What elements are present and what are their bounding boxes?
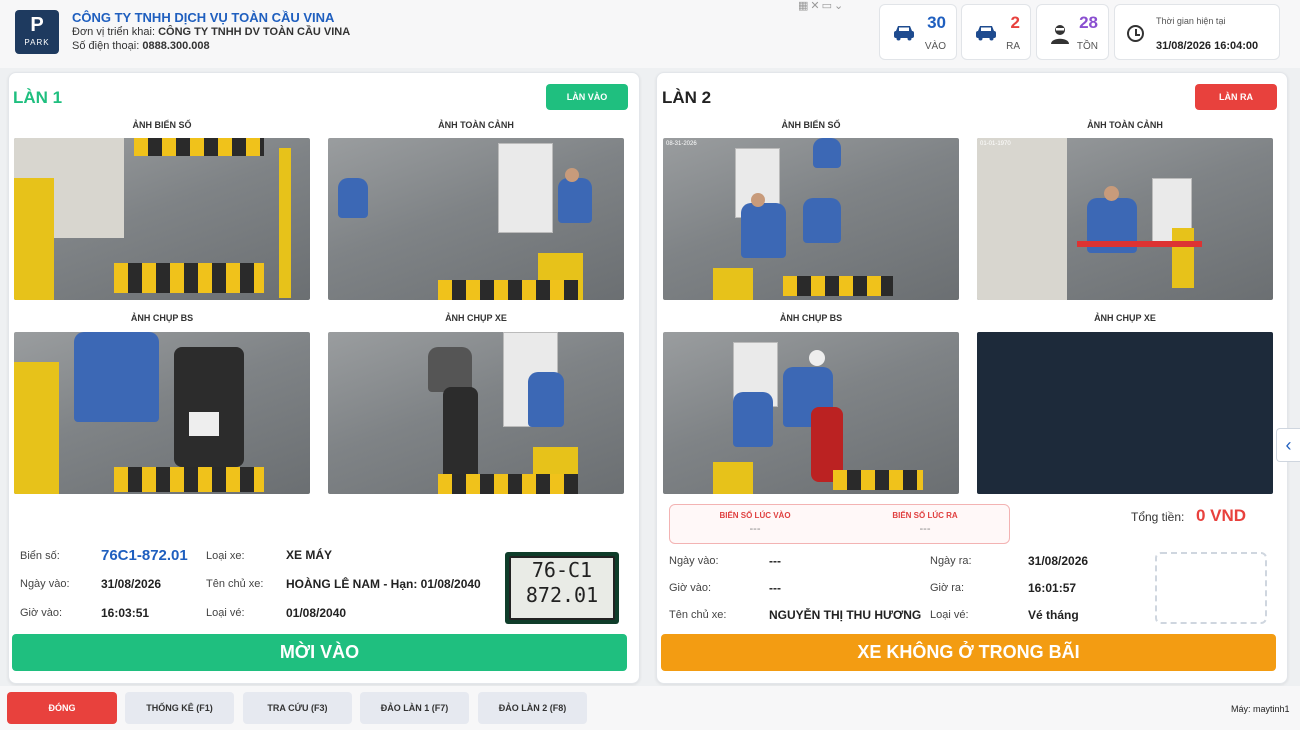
lane1-camera-vehicle-shot[interactable] — [328, 332, 624, 494]
plate-image-line2: 872.01 — [525, 583, 599, 607]
clock-icon — [1127, 25, 1144, 42]
swap-lane2-button[interactable]: ĐẢO LÀN 2 (F8) — [478, 692, 587, 724]
plate-in-value: --- — [749, 523, 761, 535]
company-info: CÔNG TY TNHH DỊCH VỤ TOÀN CẦU VINA Đơn v… — [72, 10, 350, 53]
lane2-in-time-value: --- — [769, 581, 781, 595]
lane1-camera-plate[interactable] — [14, 138, 310, 300]
stat-in: 30 VÀO — [879, 4, 957, 60]
plate-out-col: BIỂN SỐ LÚC RA --- — [850, 511, 1000, 535]
plate-out-value: --- — [919, 523, 931, 535]
header: P PARK CÔNG TY TNHH DỊCH VỤ TOÀN CẦU VIN… — [0, 0, 1300, 68]
lookup-button[interactable]: TRA CỨU (F3) — [243, 692, 352, 724]
lane2-caption-plate-shot: ẢNH CHỤP BS — [779, 313, 843, 323]
stat-in-value: 30 — [927, 13, 946, 32]
lane2-out-date-label: Ngày ra: — [930, 555, 972, 567]
logo-text: PARK — [24, 38, 50, 47]
lane1-ticket-value: 01/08/2040 — [286, 606, 347, 620]
stat-in-label: VÀO — [924, 41, 946, 52]
lane1-type-value: XE MÁY — [286, 548, 333, 562]
lane1-in-time-label: Giờ vào: — [20, 607, 63, 619]
phone-label: Số điện thoại: — [72, 40, 140, 52]
swap-lane1-button[interactable]: ĐẢO LÀN 1 (F7) — [360, 692, 469, 724]
lane2-owner-value: NGUYỄN THỊ THU HƯƠNG — [769, 608, 922, 622]
lane2-camera-timestamp: 08-31-2026 — [666, 141, 697, 147]
lane2-camera-plate[interactable]: 08-31-2026 — [663, 138, 959, 300]
lane2-out-time-label: Giờ ra: — [930, 582, 965, 594]
close-button[interactable]: ĐÓNG — [7, 692, 117, 724]
bottom-bar: ĐÓNG THỐNG KÊ (F1) TRA CỨU (F3) ĐẢO LÀN … — [0, 686, 1300, 730]
lane2-in-time-label: Giờ vào: — [669, 582, 712, 594]
lane1-type-label: Loại xe: — [206, 550, 245, 562]
lane1-in-date-value: 31/08/2026 — [101, 577, 162, 591]
stat-out-label: RA — [1006, 41, 1020, 52]
plate-image-line1: 76-C1 — [531, 558, 593, 582]
statistics-button[interactable]: THỐNG KÊ (F1) — [125, 692, 234, 724]
stat-out-value: 2 — [1010, 13, 1020, 32]
lane2-camera-plate-shot[interactable] — [663, 332, 959, 494]
car-out-icon — [974, 23, 998, 45]
chevron-left-icon[interactable]: ‹ — [1276, 428, 1300, 462]
lane1-caption-vehicle-shot: ẢNH CHỤP XE — [445, 313, 507, 323]
lane2-ticket-value: Vé tháng — [1028, 608, 1079, 622]
lane1-badge[interactable]: LÀN VÀO — [546, 84, 628, 110]
lane1-in-date-label: Ngày vào: — [20, 578, 70, 590]
lane2-action-button[interactable]: XE KHÔNG Ở TRONG BÃI — [661, 634, 1276, 671]
driver-icon — [1049, 23, 1071, 49]
deploy-value: CÔNG TY TNHH DV TOÀN CẦU VINA — [158, 26, 351, 38]
total-value: 0 VND — [1196, 506, 1247, 525]
lane2-badge[interactable]: LÀN RA — [1195, 84, 1277, 110]
lane1-plate-image: 76-C1 872.01 — [505, 552, 619, 624]
current-time-box: Thời gian hiện tại 31/08/2026 16:04:00 — [1114, 4, 1280, 60]
stat-out: 2 RA — [961, 4, 1031, 60]
deploy-unit: Đơn vị triển khai: CÔNG TY TNHH DV TOÀN … — [72, 25, 350, 39]
lane2-caption-overview: ẢNH TOÀN CẢNH — [1087, 120, 1163, 130]
current-time-label: Thời gian hiện tại — [1156, 16, 1226, 26]
lane1-title: LÀN 1 — [13, 88, 63, 107]
stat-remain-label: TỒN — [1076, 41, 1098, 52]
logo-letter: P — [30, 14, 44, 36]
lane1-caption-plate-shot: ẢNH CHỤP BS — [130, 313, 194, 323]
lane1-plate-value: 76C1-872.01 — [101, 547, 188, 564]
lane2-camera-vehicle-shot[interactable] — [977, 332, 1273, 494]
lane1-owner-value: HOÀNG LÊ NAM - Hạn: 01/08/2040 — [286, 577, 481, 591]
lane2-overview-timestamp: 01-01-1970 — [980, 141, 1011, 147]
lane2-out-time-value: 16:01:57 — [1028, 581, 1077, 595]
lane2-out-date-value: 31/08/2026 — [1028, 554, 1089, 568]
park-logo: P PARK — [15, 10, 59, 54]
company-name: CÔNG TY TNHH DỊCH VỤ TOÀN CẦU VINA — [72, 10, 335, 25]
lane2-plate-image-placeholder — [1155, 552, 1267, 624]
lane1-in-time-value: 16:03:51 — [101, 606, 150, 620]
lane1-owner-label: Tên chủ xe: — [206, 578, 264, 590]
plate-in-label: BIỂN SỐ LÚC VÀO — [719, 511, 791, 520]
lane2-caption-plate: ẢNH BIỂN SỐ — [781, 120, 841, 130]
stat-remain-value: 28 — [1079, 13, 1098, 32]
current-time-value: 31/08/2026 16:04:00 — [1156, 40, 1259, 52]
lane1-camera-plate-shot[interactable] — [14, 332, 310, 494]
lane2-camera-overview[interactable]: 01-01-1970 — [977, 138, 1273, 300]
lane2-owner-label: Tên chủ xe: — [669, 609, 727, 621]
lane2-caption-vehicle-shot: ẢNH CHỤP XE — [1094, 313, 1156, 323]
phone-value: 0888.300.008 — [142, 40, 210, 52]
lane2-title: LÀN 2 — [662, 88, 712, 107]
lane1-action-button[interactable]: MỜI VÀO — [12, 634, 627, 671]
lane2-ticket-label: Loại vé: — [930, 609, 969, 621]
lane2-in-date-value: --- — [769, 554, 781, 568]
lane1-plate-label: Biển số: — [20, 550, 60, 562]
lane1-ticket-label: Loại vé: — [206, 607, 245, 619]
deploy-label: Đơn vị triển khai: — [72, 26, 156, 38]
lane2-in-date-label: Ngày vào: — [669, 555, 719, 567]
lane1-caption-plate: ẢNH BIỂN SỐ — [132, 120, 192, 130]
phone-info: Số điện thoại: 0888.300.008 — [72, 39, 350, 53]
car-in-icon — [892, 23, 916, 45]
lane2-plate-compare: BIỂN SỐ LÚC VÀO --- BIỂN SỐ LÚC RA --- — [669, 504, 1010, 544]
lane1-camera-overview[interactable] — [328, 138, 624, 300]
machine-name: Máy: maytinh1 — [1231, 704, 1290, 714]
total-label: Tổng tiền: — [1131, 510, 1185, 524]
window-controls[interactable]: ▦✕▭⌄ — [798, 0, 860, 14]
plate-out-label: BIỂN SỐ LÚC RA — [892, 511, 958, 520]
stat-remain: 28 TỒN — [1036, 4, 1109, 60]
lane1-caption-overview: ẢNH TOÀN CẢNH — [438, 120, 514, 130]
plate-in-col: BIỂN SỐ LÚC VÀO --- — [680, 511, 830, 535]
